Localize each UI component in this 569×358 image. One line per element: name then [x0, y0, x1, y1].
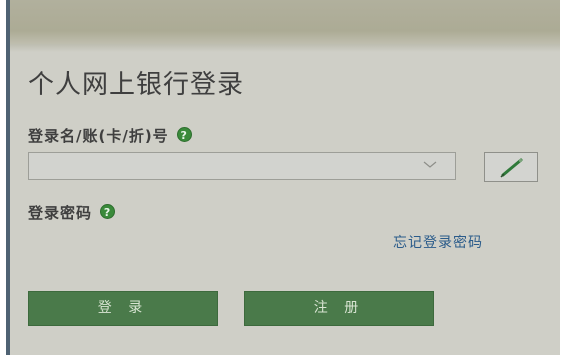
forgot-password-link[interactable]: 忘记登录密码	[393, 234, 483, 252]
help-question-icon[interactable]: ?	[176, 127, 192, 142]
password-label-row: 登录密码?	[28, 204, 116, 222]
pen-icon	[500, 158, 523, 178]
help-question-icon[interactable]: ?	[100, 204, 116, 219]
password-label: 登录密码	[28, 204, 93, 222]
chevron-down-icon[interactable]	[423, 157, 437, 171]
header-banner	[10, 0, 560, 44]
page-title: 个人网上银行登录	[28, 70, 245, 100]
header-banner-fade	[10, 44, 560, 52]
username-label-row: 登录名/账(卡/折)号?	[28, 127, 192, 145]
login-panel: 个人网上银行登录 登录名/账(卡/折)号? 登录密码? 忘记登录密码 登 录 注…	[6, 0, 560, 355]
register-button[interactable]: 注 册	[244, 291, 434, 326]
soft-keyboard-button[interactable]	[484, 152, 538, 182]
username-label: 登录名/账(卡/折)号	[28, 127, 169, 145]
username-select[interactable]	[28, 152, 456, 180]
login-button[interactable]: 登 录	[28, 291, 218, 326]
